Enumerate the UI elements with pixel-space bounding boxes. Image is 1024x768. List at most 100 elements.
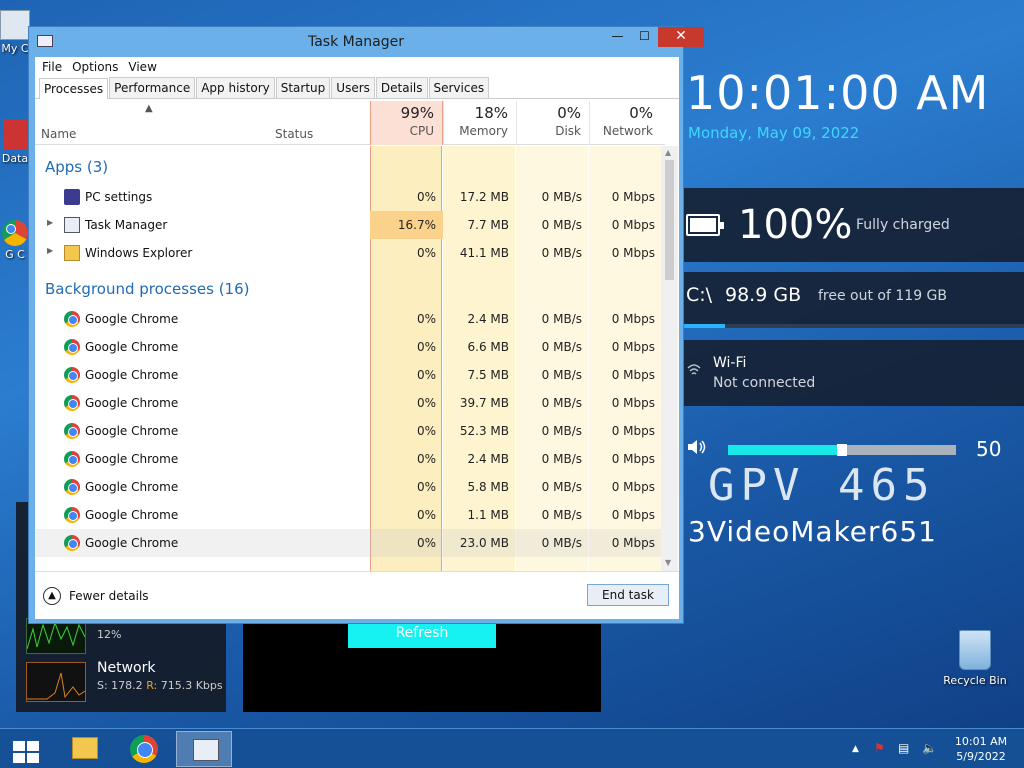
process-name: Google Chrome	[85, 508, 179, 522]
group-background: Background processes (16)	[45, 280, 250, 298]
menu-options[interactable]: Options	[67, 57, 123, 77]
menu-view[interactable]: View	[123, 57, 161, 77]
drive-description: free out of 119 GB	[818, 288, 948, 304]
close-button[interactable]: ✕	[658, 27, 704, 47]
folder-icon	[64, 245, 80, 261]
drive-free-space: 98.9 GB	[725, 284, 802, 306]
process-name: Task Manager	[85, 218, 168, 232]
taskbar-file-explorer[interactable]	[56, 731, 112, 767]
process-row[interactable]: Google Chrome 0% 6.6 MB 0 MB/s 0 Mbps	[35, 333, 665, 361]
menu-file[interactable]: File	[37, 57, 67, 77]
volume-slider-thumb[interactable]	[837, 444, 847, 456]
process-cpu: 0%	[416, 190, 436, 204]
scrollbar-thumb[interactable]	[665, 160, 674, 280]
file-explorer-icon	[72, 737, 98, 759]
expand-arrow-icon[interactable]: ▶	[47, 246, 53, 255]
start-button[interactable]	[0, 731, 56, 767]
tab-processes[interactable]: Processes	[39, 78, 109, 99]
wifi-panel	[684, 340, 1024, 406]
scroll-up-icon[interactable]: ▲	[665, 148, 671, 157]
clock-gadget-date: Monday, May 09, 2022	[688, 124, 860, 142]
process-row[interactable]: ▶ Task Manager 16.7% 7.7 MB 0 MB/s 0 Mbp…	[35, 211, 665, 239]
process-memory: 1.1 MB	[467, 508, 509, 522]
process-row[interactable]: Google Chrome 0% 2.4 MB 0 MB/s 0 Mbps	[35, 445, 665, 473]
process-row[interactable]: Google Chrome 0% 1.1 MB 0 MB/s 0 Mbps	[35, 501, 665, 529]
footer-bar: ▲ Fewer details End task	[35, 571, 679, 619]
process-row[interactable]: PC settings 0% 17.2 MB 0 MB/s 0 Mbps	[35, 183, 665, 211]
column-status[interactable]: Status	[275, 127, 313, 141]
desktop-icon-data[interactable]: Data	[0, 120, 30, 165]
network-tray-icon[interactable]: ▤	[898, 741, 909, 755]
speaker-icon[interactable]	[686, 437, 708, 462]
process-row[interactable]: Google Chrome 0% 23.0 MB 0 MB/s 0 Mbps	[35, 529, 665, 557]
column-memory[interactable]: 18% Memory	[443, 101, 516, 145]
taskbar-chrome[interactable]	[116, 731, 172, 767]
settings-icon	[64, 189, 80, 205]
computer-icon	[0, 10, 30, 40]
scroll-down-icon[interactable]: ▼	[665, 558, 671, 567]
process-memory: 6.6 MB	[467, 340, 509, 354]
column-disk[interactable]: 0% Disk	[516, 101, 589, 145]
process-disk: 0 MB/s	[541, 368, 582, 382]
vertical-scrollbar[interactable]: ▲ ▼	[661, 146, 678, 571]
desktop-icon-chrome[interactable]: G C	[0, 220, 30, 261]
process-cpu: 0%	[416, 508, 436, 522]
process-row[interactable]: Google Chrome 0% 52.3 MB 0 MB/s 0 Mbps	[35, 417, 665, 445]
column-cpu[interactable]: 99% CPU	[370, 101, 443, 145]
tab-details[interactable]: Details	[375, 77, 428, 98]
recycle-bin[interactable]: Recycle Bin	[940, 630, 1010, 687]
process-row[interactable]: ▶ Windows Explorer 0% 41.1 MB 0 MB/s 0 M…	[35, 239, 665, 267]
tab-users[interactable]: Users	[331, 77, 375, 98]
process-name: Google Chrome	[85, 452, 179, 466]
process-cpu: 0%	[416, 452, 436, 466]
tab-app-history[interactable]: App history	[196, 77, 275, 98]
end-task-button[interactable]: End task	[587, 584, 669, 606]
task-manager-window: Task Manager — ☐ ✕ File Options View Pro…	[28, 26, 704, 624]
process-disk: 0 MB/s	[541, 340, 582, 354]
process-memory: 2.4 MB	[467, 452, 509, 466]
battery-panel	[684, 188, 1024, 262]
action-center-flag-icon[interactable]: ⚑	[874, 741, 885, 755]
process-name: Google Chrome	[85, 340, 179, 354]
process-network: 0 Mbps	[611, 340, 655, 354]
process-row[interactable]: Google Chrome 0% 2.4 MB 0 MB/s 0 Mbps	[35, 305, 665, 333]
tab-services[interactable]: Services	[428, 77, 490, 98]
wifi-status: Not connected	[713, 375, 816, 391]
process-row[interactable]: Google Chrome 0% 5.8 MB 0 MB/s 0 Mbps	[35, 473, 665, 501]
cpu-total: 99%	[400, 104, 434, 122]
wifi-icon	[686, 362, 702, 378]
taskbar-task-manager[interactable]	[176, 731, 232, 767]
chrome-icon	[64, 451, 80, 467]
wifi-title: Wi-Fi	[713, 355, 747, 371]
volume-slider[interactable]	[728, 444, 956, 456]
chrome-icon	[2, 220, 28, 246]
tab-performance[interactable]: Performance	[109, 77, 196, 98]
refresh-button[interactable]: Refresh	[348, 620, 496, 648]
desktop-icon-label: Data	[1, 152, 29, 165]
minimize-button[interactable]: —	[604, 27, 631, 47]
process-network: 0 Mbps	[611, 312, 655, 326]
process-cpu: 0%	[416, 536, 436, 550]
column-name[interactable]: Name	[41, 127, 76, 141]
process-memory: 52.3 MB	[459, 424, 509, 438]
title-bar[interactable]: Task Manager — ☐ ✕	[29, 27, 704, 57]
process-row[interactable]: Google Chrome 0% 7.5 MB 0 MB/s 0 Mbps	[35, 361, 665, 389]
process-cpu: 16.7%	[397, 218, 436, 232]
process-network: 0 Mbps	[611, 190, 655, 204]
taskbar-clock[interactable]: 10:01 AM 5/9/2022	[948, 734, 1014, 764]
battery-percent: 100%	[738, 202, 853, 248]
recycle-bin-label: Recycle Bin	[943, 674, 1007, 687]
tray-show-hidden-icon[interactable]: ▲	[852, 744, 859, 754]
desktop-icon-computer[interactable]: My C	[0, 10, 30, 55]
fewer-details-button[interactable]: ▲ Fewer details	[43, 587, 149, 605]
process-name: Windows Explorer	[85, 246, 193, 260]
expand-arrow-icon[interactable]: ▶	[47, 218, 53, 227]
process-row[interactable]: Google Chrome 0% 39.7 MB 0 MB/s 0 Mbps	[35, 389, 665, 417]
volume-muted-icon[interactable]: 🔈	[922, 741, 937, 755]
column-network[interactable]: 0% Network	[589, 101, 661, 145]
maximize-button[interactable]: ☐	[631, 27, 658, 47]
process-network: 0 Mbps	[611, 396, 655, 410]
tab-startup[interactable]: Startup	[275, 77, 331, 98]
process-name: Google Chrome	[85, 480, 179, 494]
chrome-icon	[64, 479, 80, 495]
